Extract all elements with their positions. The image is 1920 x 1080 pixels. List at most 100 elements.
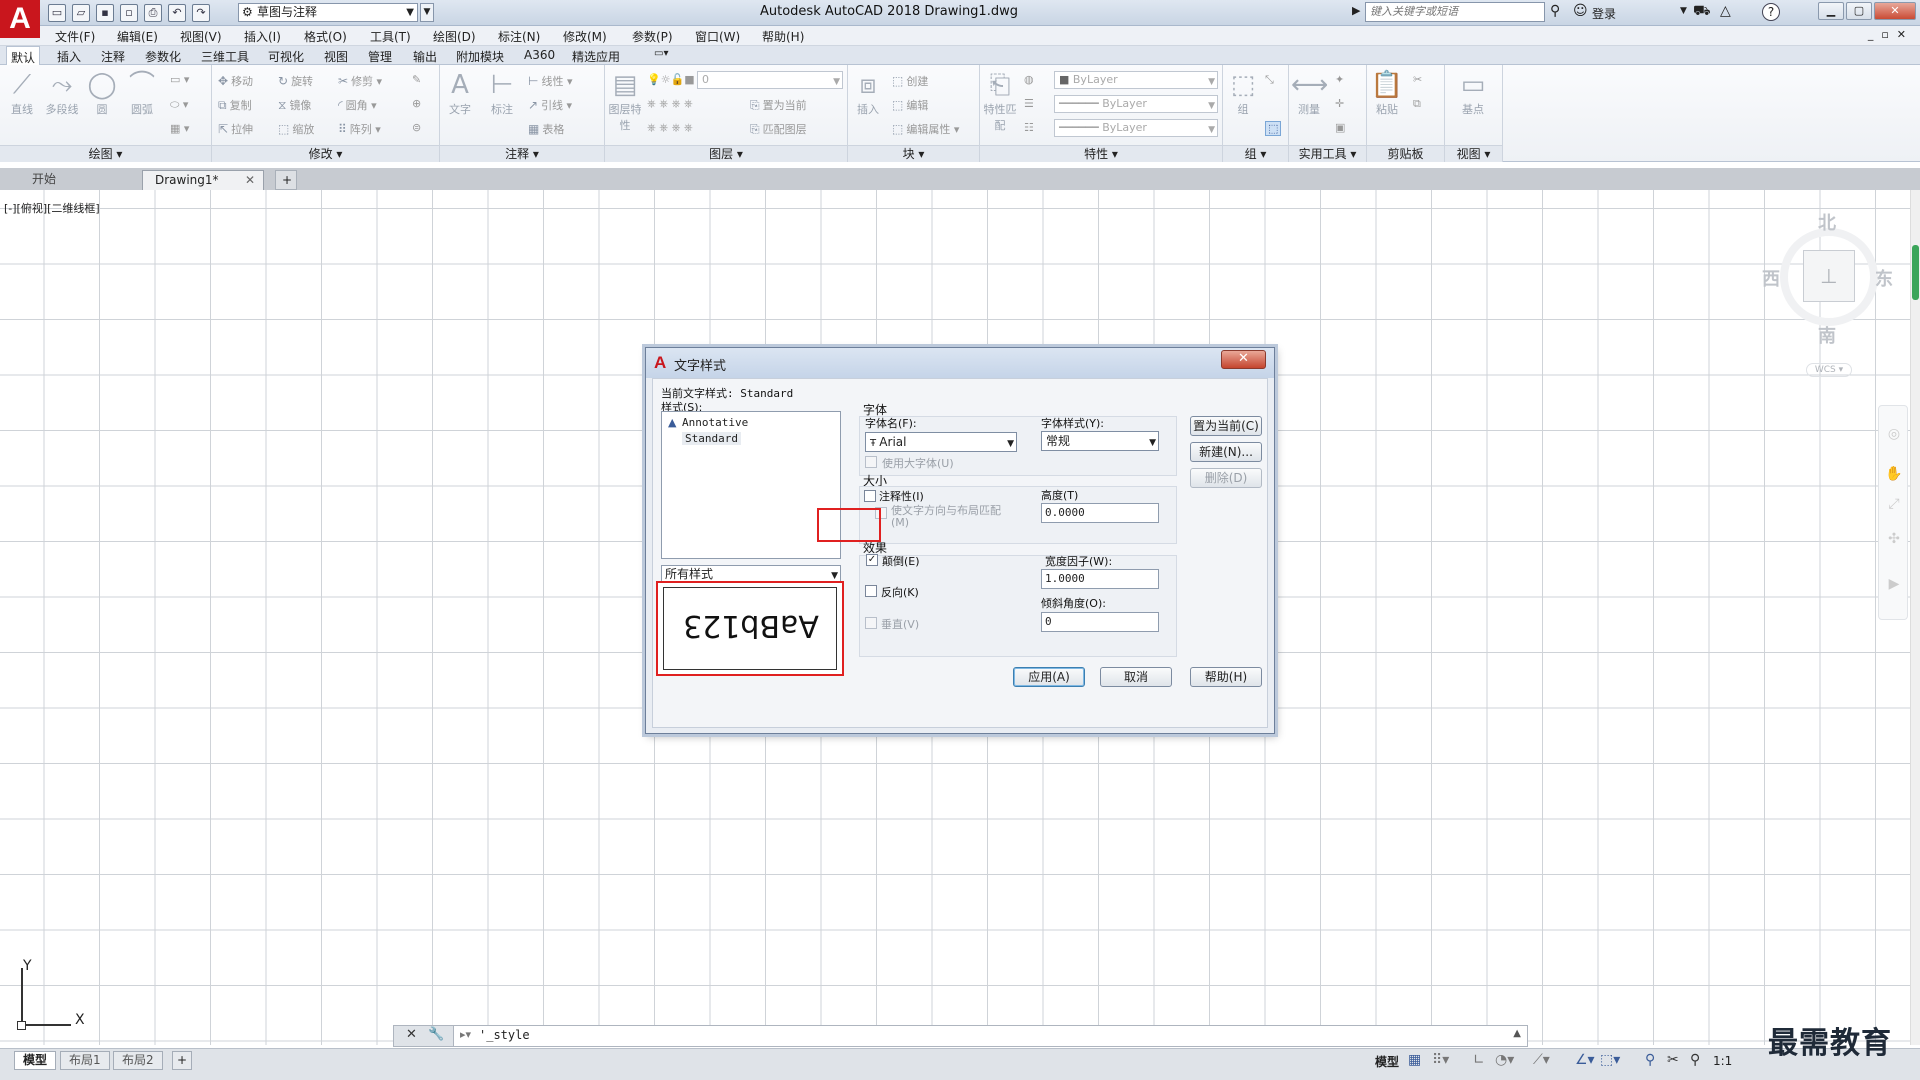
annotation-visibility-icon[interactable]: ⚲ (1645, 1052, 1655, 1068)
layout-tab-1[interactable]: 布局1 (60, 1051, 110, 1070)
group-select-icon[interactable]: ⬚ (1265, 121, 1282, 136)
tab-insert[interactable]: 插入 (53, 48, 85, 65)
stretch-tool[interactable]: ⇱ 拉伸 (218, 121, 253, 137)
minimize-button[interactable]: ▁ (1818, 2, 1844, 20)
vertical-checkbox[interactable] (865, 617, 877, 629)
oblique-angle-input[interactable]: 0 (1041, 612, 1159, 632)
style-annotative[interactable]: Annotative (682, 416, 748, 429)
help-search-input[interactable]: 键入关键字或短语 (1365, 2, 1545, 22)
tab-parametric[interactable]: 参数化 (141, 48, 185, 65)
model-space-button[interactable]: 模型 (1375, 1053, 1399, 1070)
array-tool[interactable]: ⠿ 阵列 ▾ (338, 121, 381, 137)
layer-tools-row[interactable]: ⎈ ⎈ ⎈ ⎈ (647, 97, 693, 111)
offset-icon[interactable]: ⊜ (412, 121, 421, 134)
mirror-tool[interactable]: ⧖ 镜像 (278, 97, 311, 113)
menu-insert[interactable]: 插入(I) (244, 28, 281, 45)
match-layer-tool[interactable]: ⎘ 匹配图层 (750, 121, 807, 137)
base-point-tool[interactable]: ▭ 基点 (1455, 69, 1491, 117)
polyline-tool[interactable]: ⤳ 多段线 (44, 69, 80, 117)
vertical-scrollbar[interactable] (1910, 190, 1920, 1045)
scrollbar-thumb[interactable] (1912, 245, 1919, 300)
menu-modify[interactable]: 修改(M) (563, 28, 607, 45)
match-properties-tool[interactable]: ⎗ 特性匹配 (982, 69, 1018, 133)
cart-icon[interactable]: ⛟ (1693, 3, 1711, 21)
ribbon-minimize-icon[interactable]: ▭▾ (650, 48, 672, 59)
fillet-tool[interactable]: ◜ 圆角 ▾ (338, 97, 377, 113)
dialog-close-button[interactable]: ✕ (1221, 350, 1266, 369)
menu-help[interactable]: 帮助(H) (762, 28, 804, 45)
osnap-icon[interactable]: ⟋▾ (1533, 1052, 1550, 1068)
grid-icon[interactable]: ▦ (1408, 1052, 1421, 1068)
tab-manage[interactable]: 管理 (364, 48, 396, 65)
layer-properties-tool[interactable]: ▤ 图层特性 (605, 69, 645, 133)
arc-tool[interactable]: ⌒ 圆弧 (124, 69, 160, 117)
measure-tool[interactable]: ⟷ 测量 (1291, 69, 1328, 117)
color-wheel-icon[interactable]: ◍ (1024, 73, 1034, 86)
rectangle-icon[interactable]: ▭ ▾ (170, 73, 189, 86)
viewcube-east[interactable]: 东 (1875, 265, 1893, 291)
orbit-icon[interactable]: ✣ (1885, 531, 1903, 549)
menu-edit[interactable]: 编辑(E) (117, 28, 158, 45)
panel-properties-title[interactable]: 特性 ▾ (980, 145, 1222, 162)
viewcube-top-face[interactable]: ⊥ (1803, 250, 1855, 302)
linear-tool[interactable]: ⊢ 线性 ▾ (528, 73, 572, 89)
dialog-title-bar[interactable]: A 文字样式 ✕ (646, 348, 1274, 378)
pan-icon[interactable]: ✋ (1885, 466, 1903, 484)
panel-view-title[interactable]: 视图 ▾ (1445, 145, 1502, 162)
menu-parametric[interactable]: 参数(P) (632, 28, 673, 45)
new-style-button[interactable]: 新建(N)... (1190, 442, 1262, 462)
workspace-select[interactable]: ⚙ 草图与注释 ▼ (238, 3, 418, 22)
table-tool[interactable]: ▦ 表格 (528, 121, 564, 137)
color-select[interactable]: ■ ByLayer ▼ (1054, 71, 1218, 89)
viewport-controls[interactable]: [-][俯视][二维线框] (4, 200, 100, 216)
layout-tab-model[interactable]: 模型 (14, 1051, 57, 1070)
command-input[interactable]: '_style (479, 1028, 530, 1042)
cancel-button[interactable]: 取消 (1100, 667, 1172, 687)
undo-icon[interactable]: ↶ (168, 4, 186, 22)
move-tool[interactable]: ✥ 移动 (218, 73, 253, 89)
tab-start[interactable]: 开始 (20, 170, 140, 190)
selection-cycling-icon[interactable]: ⬚▾ (1600, 1052, 1620, 1068)
tab-visualize[interactable]: 可视化 (264, 48, 308, 65)
login-button[interactable]: 登录 (1592, 5, 1616, 22)
font-name-select[interactable]: Ŧ Arial ▼ (865, 432, 1017, 452)
menu-file[interactable]: 文件(F) (55, 28, 95, 45)
binoculars-icon[interactable]: ⚲ (1550, 3, 1560, 19)
erase-icon[interactable]: ✎ (412, 73, 421, 86)
set-current-button[interactable]: 置为当前(C) (1190, 416, 1262, 436)
layout-tab-2[interactable]: 布局2 (113, 1051, 163, 1070)
chevron-down-icon[interactable]: ▼ (1680, 6, 1687, 16)
circle-tool[interactable]: ◯ 圆 (84, 69, 120, 117)
steering-wheel-icon[interactable]: ◎ (1885, 426, 1903, 444)
annotative-checkbox[interactable] (864, 490, 876, 502)
otrack-icon[interactable]: ∠▾ (1575, 1052, 1595, 1068)
menu-tools[interactable]: 工具(T) (370, 28, 411, 45)
tab-a360[interactable]: A360 (520, 48, 559, 62)
new-layout-button[interactable]: + (172, 1051, 193, 1070)
tab-featured-apps[interactable]: 精选应用 (568, 48, 624, 65)
tab-view[interactable]: 视图 (320, 48, 352, 65)
lineweight-select[interactable]: ────── ByLayer ▼ (1054, 119, 1218, 137)
create-block-tool[interactable]: ⬚ 创建 (892, 73, 928, 89)
font-style-select[interactable]: 常规 ▼ (1041, 431, 1159, 451)
ungroup-icon[interactable]: ⤡ (1265, 73, 1274, 87)
cut-icon[interactable]: ✂ (1413, 73, 1422, 86)
polar-icon[interactable]: ◔▾ (1495, 1052, 1514, 1068)
tab-annotate[interactable]: 注释 (97, 48, 129, 65)
backwards-checkbox[interactable] (865, 585, 877, 597)
panel-block-title[interactable]: 块 ▾ (848, 145, 979, 162)
linetype-select[interactable]: ────── ByLayer ▼ (1054, 95, 1218, 113)
set-current-tool[interactable]: ⎘ 置为当前 (750, 97, 807, 113)
menu-draw[interactable]: 绘图(D) (433, 28, 476, 45)
panel-utilities-title[interactable]: 实用工具 ▾ (1289, 145, 1366, 162)
tab-default[interactable]: 默认 (6, 46, 41, 65)
trim-tool[interactable]: ✂ 修剪 ▾ (338, 73, 382, 89)
insert-block-tool[interactable]: ⧈ 插入 (850, 69, 886, 117)
qat-customize-button[interactable]: ▼ (420, 3, 434, 22)
new-file-icon[interactable]: ▭ (48, 4, 66, 22)
ortho-icon[interactable]: ∟ (1473, 1052, 1485, 1068)
menu-dimension[interactable]: 标注(N) (498, 28, 540, 45)
width-factor-input[interactable]: 1.0000 (1041, 569, 1159, 589)
tab-drawing1[interactable]: Drawing1* ✕ (142, 170, 264, 190)
style-standard[interactable]: Standard (682, 432, 741, 445)
